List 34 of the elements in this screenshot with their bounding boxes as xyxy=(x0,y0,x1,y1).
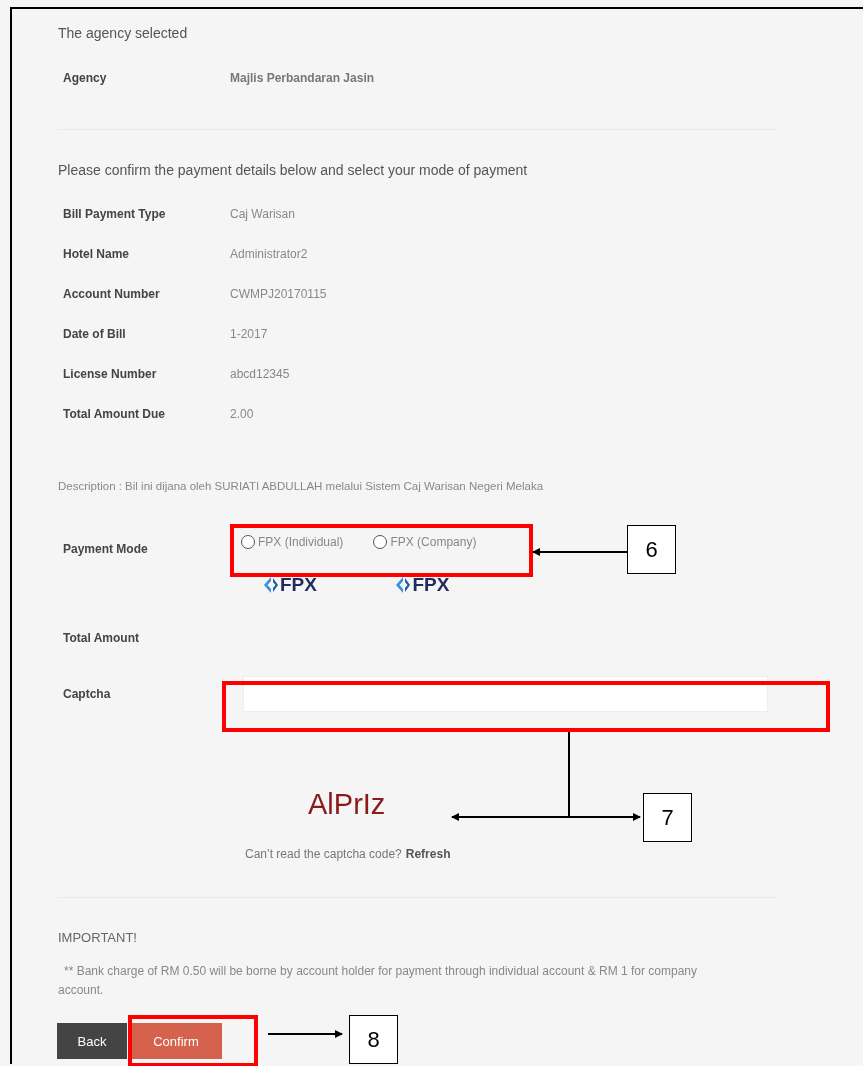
fpx-logo: FPX xyxy=(395,573,450,597)
refresh-link[interactable]: Refresh xyxy=(405,847,451,861)
section-heading: The agency selected xyxy=(58,24,189,43)
callout-number: 7 xyxy=(643,793,692,842)
field-value: Majlis Perbandaran Jasin xyxy=(230,71,375,85)
field-label: Date of Bill xyxy=(63,327,127,341)
field-value: 2.00 xyxy=(230,407,254,421)
field-label: Total Amount xyxy=(62,630,140,647)
section-heading: Please confirm the payment details below and select your mode of payment xyxy=(58,161,529,180)
field-label: License Number xyxy=(63,367,158,381)
captcha-code: AlPrIz xyxy=(308,787,386,822)
callout-number: 8 xyxy=(349,1015,398,1064)
field-label: Bill Payment Type xyxy=(63,207,167,221)
radio-option[interactable]: FPX (Individual) xyxy=(241,529,344,555)
radio-option[interactable]: FPX (Company) xyxy=(373,529,477,555)
field-value: abcd12345 xyxy=(230,367,290,381)
field-value: 1-2017 xyxy=(230,327,268,341)
field-label: Hotel Name xyxy=(63,247,131,261)
important-heading: IMPORTANT! xyxy=(58,929,138,947)
back-button[interactable]: Back xyxy=(57,1023,127,1059)
field-value: Administrator2 xyxy=(230,247,308,261)
field-label: Captcha xyxy=(63,686,112,703)
captcha-hint: Can’t read the captcha code? xyxy=(245,847,402,861)
confirm-button[interactable]: Confirm xyxy=(130,1023,222,1059)
field-label: Payment Mode xyxy=(63,541,149,558)
description-text: Description : Bil ini dijana oleh SURIATI ABDULLAH melalui Sistem Caj Warisan Negeri Melaka xyxy=(58,479,545,494)
important-note: ** Bank charge of RM 0.50 will be borne by account holder for payment through individual account & RM 1 for company account. xyxy=(58,963,698,999)
field-label: Total Amount Due xyxy=(63,407,166,421)
fpx-logo: FPX xyxy=(263,573,317,597)
field-value: CWMPJ20170115 xyxy=(230,287,327,301)
field-label: Agency xyxy=(63,71,108,85)
field-value: Caj Warisan xyxy=(230,207,295,221)
field-label: Account Number xyxy=(63,287,161,301)
callout-number: 6 xyxy=(627,525,676,574)
